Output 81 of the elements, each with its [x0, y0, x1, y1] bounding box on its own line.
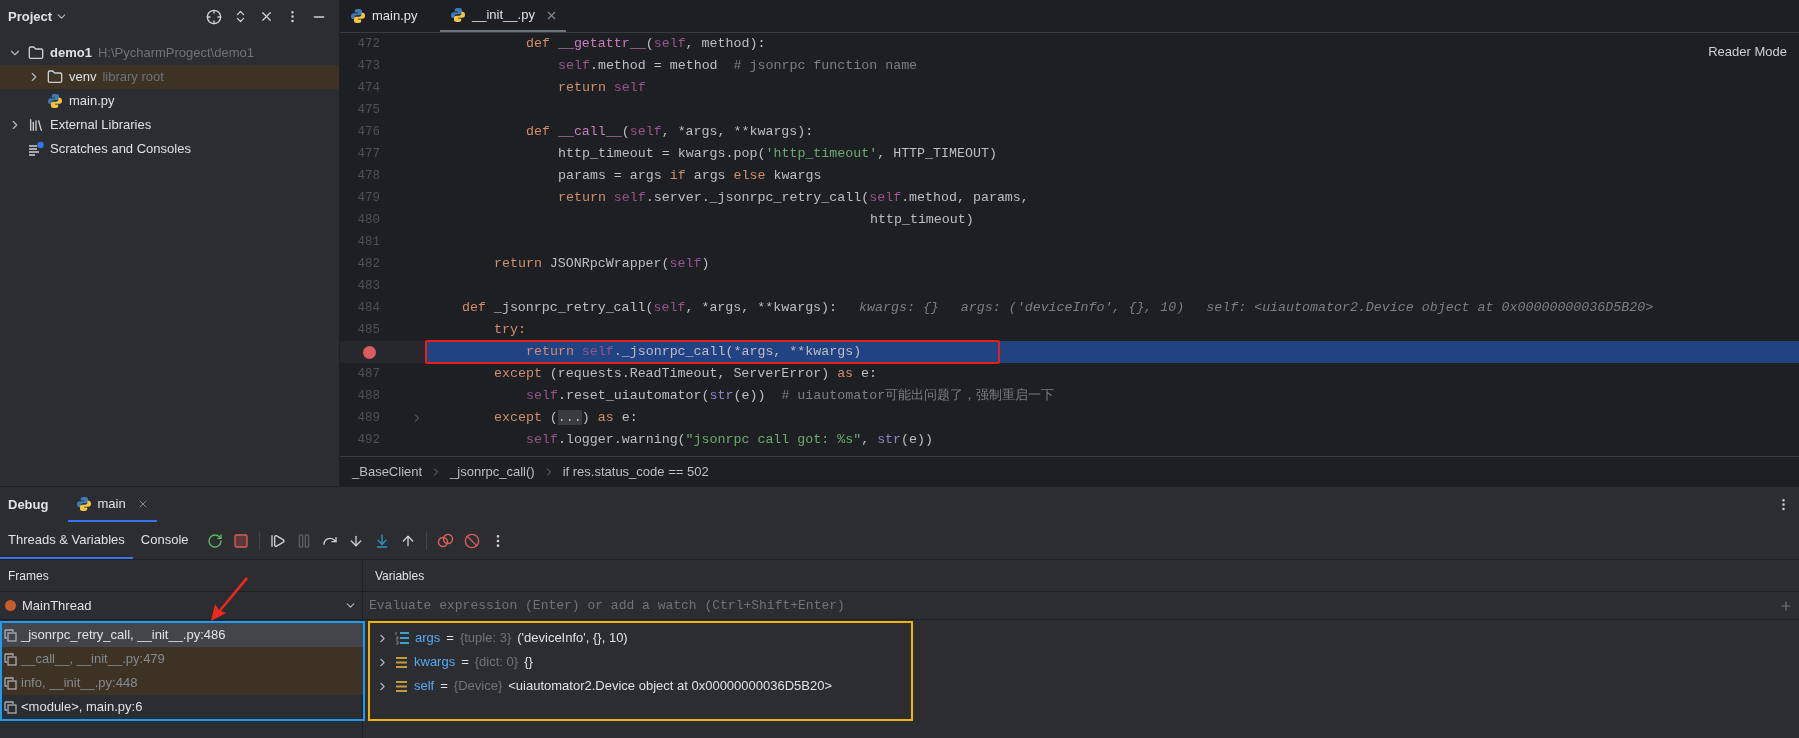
code-line: http_timeout)	[870, 211, 974, 230]
item-note: library root	[102, 68, 164, 87]
tree-item[interactable]: Scratches and Consoles	[0, 137, 339, 161]
folder-icon	[28, 45, 44, 61]
python-icon	[350, 8, 366, 24]
code-line: return self	[558, 79, 646, 98]
variable-row[interactable]: args = {tuple: 3} ('deviceInfo', {}, 10)	[370, 626, 911, 650]
editor-tab[interactable]: main.py	[340, 0, 440, 32]
debug-tab[interactable]: Console	[132, 522, 197, 559]
frame-icon	[4, 700, 17, 714]
folder-icon	[47, 69, 63, 85]
tree-item[interactable]: venv library root	[0, 65, 339, 89]
resume-icon[interactable]	[269, 532, 286, 549]
variable-row[interactable]: kwargs = {dict: 0} {}	[370, 650, 911, 674]
object-icon	[395, 679, 408, 693]
variables-heading: Variables	[375, 567, 425, 585]
mute-breakpoints-icon[interactable]	[463, 532, 480, 549]
rerun-icon[interactable]	[206, 532, 223, 549]
breadcrumb[interactable]: _BaseClient	[352, 461, 423, 482]
locate-icon[interactable]	[206, 8, 222, 25]
variable-value: ('deviceInfo', {}, 10)	[517, 629, 628, 648]
variable-value: {}	[524, 653, 533, 672]
code-line: return self._jsonrpc_call(*args, **kwargs)	[526, 343, 862, 362]
code-line: http_timeout = kwargs.pop('http_timeout', HTTP_TIMEOUT)	[558, 145, 997, 164]
tree-item[interactable]: External Libraries	[0, 113, 339, 137]
python-icon	[450, 7, 466, 23]
breadcrumb[interactable]: _jsonrpc_call()	[450, 461, 535, 482]
code-line: except (...) as e:	[494, 409, 638, 428]
code-line: def __call__(self, *args, **kwargs):	[526, 123, 814, 142]
code-line: except (requests.ReadTimeout, ServerError) as e:	[494, 365, 878, 384]
code-line: def _jsonrpc_retry_call(self, *args, **kwargs):	[462, 299, 838, 318]
code-line: self.method = method # jsonrpc function name	[558, 57, 918, 76]
variable-type: {Device}	[453, 677, 503, 696]
frame-icon	[4, 676, 17, 690]
variable-row[interactable]: self = {Device} <uiautomator2.Device object at 0x00000000036D5B20>	[370, 674, 911, 698]
stack-frame[interactable]: __call__, __init__.py:479	[2, 647, 363, 671]
frame-icon	[4, 628, 17, 642]
frames-heading: Frames	[8, 567, 49, 585]
inlay-hint: self: <uiautomator2.Device object at 0x00000000036D5B20>	[1206, 299, 1654, 318]
python-icon	[76, 495, 93, 512]
object-icon	[395, 655, 408, 669]
reader-mode-link[interactable]: Reader Mode	[1708, 42, 1787, 62]
code-line: try:	[494, 321, 526, 340]
equals-sign: =	[461, 653, 469, 672]
code-line: self.logger.warning("jsonrpc call got: %s", str(e))	[526, 431, 933, 450]
breakpoints-icon[interactable]	[436, 532, 454, 549]
stack-frame[interactable]: info, __init__.py:448	[2, 671, 363, 695]
tree-item[interactable]: demo1 H:\PycharmProgect\demo1	[0, 41, 339, 65]
breadcrumb[interactable]: if res.status_code == 502	[562, 461, 709, 482]
variable-name: self	[414, 677, 435, 696]
python-icon	[47, 93, 63, 109]
equals-sign: =	[440, 677, 448, 696]
variable-type: {dict: 0}	[474, 653, 519, 672]
variable-type: {tuple: 3}	[459, 629, 512, 648]
editor-tab[interactable]: __init__.py	[440, 0, 566, 32]
code-line: params = args if args else kwargs	[558, 167, 822, 186]
evaluate-field[interactable]: Evaluate expression (Enter) or add a watch (Ctrl+Shift+Enter)	[369, 595, 1779, 616]
scratches-icon	[28, 141, 44, 157]
stack-frame[interactable]: <module>, main.py:6	[2, 695, 363, 719]
debug-tab[interactable]: Threads & Variables	[0, 522, 133, 559]
code-line: return JSONRpcWrapper(self)	[494, 255, 710, 274]
variable-name: kwargs	[414, 653, 456, 672]
equals-sign: =	[446, 629, 454, 648]
stop-icon[interactable]	[232, 532, 249, 549]
tool-window-title: Debug	[8, 495, 49, 514]
session-tab[interactable]: main	[68, 487, 157, 522]
list-icon	[395, 631, 409, 645]
frame-icon	[4, 652, 17, 666]
library-icon	[28, 117, 44, 133]
variable-name: args	[415, 629, 441, 648]
panel-title[interactable]: Project	[8, 6, 69, 27]
item-note: H:\PycharmProgect\demo1	[97, 44, 254, 63]
variable-value: <uiautomator2.Device object at 0x00000000036D5B20>	[508, 677, 833, 696]
breakpoint-icon[interactable]	[363, 345, 376, 359]
stack-frame[interactable]: _jsonrpc_retry_call, __init__.py:486	[2, 623, 363, 647]
inlay-hint: args: ('deviceInfo', {}, 10)	[960, 299, 1185, 318]
tree-item[interactable]: main.py	[0, 89, 339, 113]
collapse-all-icon[interactable]	[259, 9, 274, 24]
code-line: def __getattr__(self, method):	[526, 35, 766, 54]
code-line: return self.server._jsonrpc_retry_call(self.method, params,	[558, 189, 1029, 208]
inlay-hint: kwargs: {}	[859, 299, 939, 318]
